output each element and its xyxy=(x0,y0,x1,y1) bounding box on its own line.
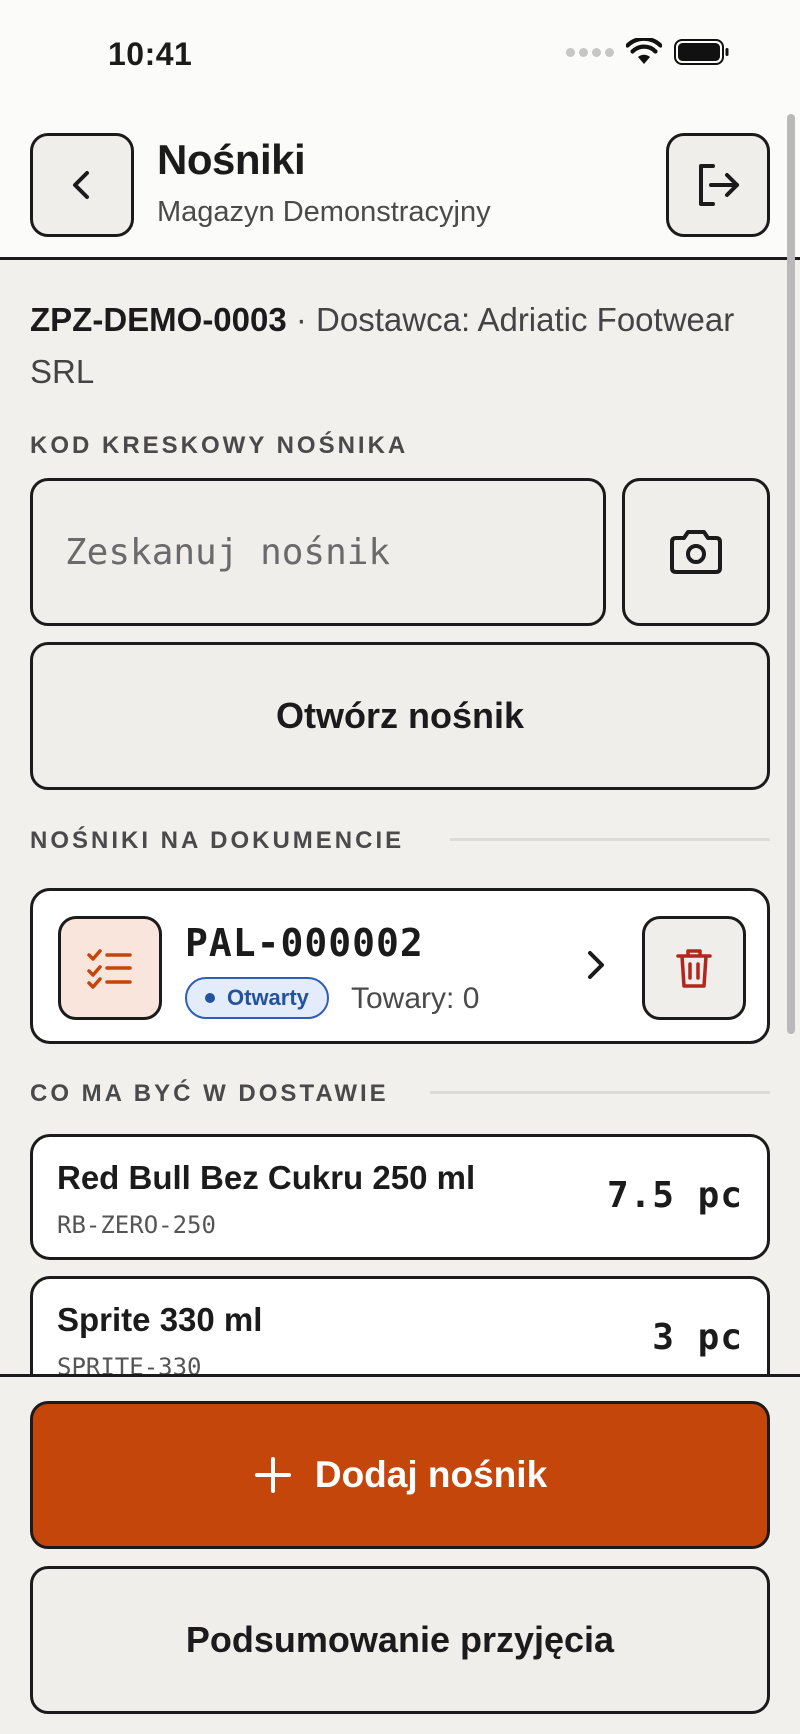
section-divider xyxy=(450,838,770,841)
camera-icon xyxy=(670,530,722,574)
logout-icon xyxy=(699,164,739,206)
item-quantity: 3 pc xyxy=(652,1317,743,1358)
add-carrier-label: Dodaj nośnik xyxy=(314,1454,548,1495)
delivery-item[interactable]: Red Bull Bez Cukru 250 ml RB-ZERO-250 7.… xyxy=(30,1134,770,1260)
bottom-action-bar: Dodaj nośnik Podsumowanie przyjęcia xyxy=(0,1374,800,1734)
status-time: 10:41 xyxy=(108,36,193,72)
plus-icon xyxy=(254,1457,291,1493)
section-divider xyxy=(430,1091,770,1094)
chevron-right-icon xyxy=(588,951,604,979)
status-dot-icon xyxy=(205,993,215,1003)
status-icons xyxy=(566,38,730,66)
document-info: ZPZ-DEMO-0003 · Dostawca: Adriatic Footw… xyxy=(30,294,770,398)
wifi-icon xyxy=(626,38,662,64)
receipt-summary-label: Podsumowanie przyjęcia xyxy=(185,1619,615,1660)
back-button[interactable] xyxy=(30,133,134,237)
scrollbar[interactable] xyxy=(787,114,795,1034)
signal-dots-icon xyxy=(566,47,614,57)
add-carrier-button[interactable]: Dodaj nośnik xyxy=(30,1401,770,1549)
open-carrier-label: Otwórz nośnik xyxy=(275,695,524,736)
delivery-section-label: CO MA BYĆ W DOSTAWIE xyxy=(30,1080,389,1107)
trash-icon xyxy=(676,949,712,988)
carrier-barcode-input[interactable]: Zeskanuj nośnik xyxy=(30,478,606,626)
carrier-goods-count: Towary: 0 xyxy=(351,982,480,1015)
page-title: Nośniki xyxy=(157,136,306,183)
carrier-card[interactable]: PAL-000002 Otwarty Towary: 0 xyxy=(30,888,770,1044)
chevron-left-icon xyxy=(73,171,89,199)
app-header: Nośniki Magazyn Demonstracyjny xyxy=(0,110,800,260)
carrier-code: PAL-000002 xyxy=(185,921,424,965)
warehouse-name: Magazyn Demonstracyjny xyxy=(157,196,491,228)
item-sku: RB-ZERO-250 xyxy=(57,1211,216,1239)
item-quantity: 7.5 pc xyxy=(606,1175,743,1216)
camera-scan-button[interactable] xyxy=(622,478,770,626)
open-carrier-button[interactable]: Otwórz nośnik xyxy=(30,642,770,790)
document-separator: · xyxy=(286,301,317,338)
carrier-icon-box xyxy=(58,916,162,1020)
document-id: ZPZ-DEMO-0003 xyxy=(30,301,287,338)
barcode-section-label: KOD KRESKOWY NOŚNIKA xyxy=(30,432,409,459)
receipt-summary-button[interactable]: Podsumowanie przyjęcia xyxy=(30,1566,770,1714)
checklist-icon xyxy=(87,949,132,989)
status-badge: Otwarty xyxy=(185,977,329,1019)
status-badge-label: Otwarty xyxy=(227,985,309,1010)
item-name: Red Bull Bez Cukru 250 ml xyxy=(57,1159,476,1196)
battery-icon xyxy=(674,39,729,65)
carrier-barcode-placeholder: Zeskanuj nośnik xyxy=(65,531,391,573)
logout-button[interactable] xyxy=(666,133,770,237)
status-bar: 10:41 xyxy=(0,0,800,110)
carriers-section-label: NOŚNIKI NA DOKUMENCIE xyxy=(30,827,405,854)
delete-carrier-button[interactable] xyxy=(642,916,746,1020)
item-name: Sprite 330 ml xyxy=(57,1301,263,1338)
